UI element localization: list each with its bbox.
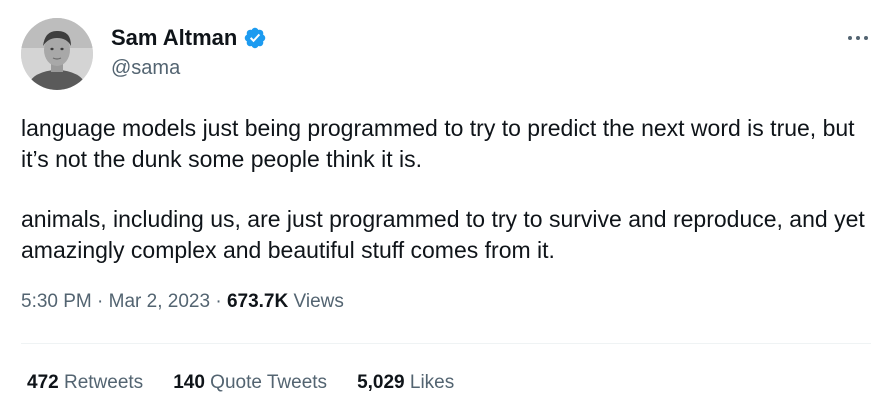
engagement-stats: 472 Retweets 140 Quote Tweets 5,029 Like… xyxy=(27,370,454,396)
meta-separator: · xyxy=(215,291,222,312)
quote-tweets-label: Quote Tweets xyxy=(210,372,328,393)
more-dots-glyph xyxy=(848,36,868,40)
likes-label: Likes xyxy=(409,372,455,393)
tweet-date[interactable]: Mar 2, 2023 xyxy=(109,291,210,312)
views-label: Views xyxy=(293,291,344,312)
author-handle[interactable]: @sama xyxy=(111,55,180,81)
tweet-paragraph: animals, including us, are just programm… xyxy=(21,206,865,263)
retweets-count: 472 xyxy=(27,372,59,393)
author-name-row: Sam Altman xyxy=(111,24,267,52)
verified-badge-icon xyxy=(245,27,266,49)
tweet-card: Sam Altman @sama language models just be… xyxy=(0,0,892,403)
avatar[interactable] xyxy=(21,18,93,90)
likes-stat[interactable]: 5,029 Likes xyxy=(357,370,454,396)
retweets-stat[interactable]: 472 Retweets xyxy=(27,370,143,396)
tweet-time[interactable]: 5:30 PM xyxy=(21,291,92,312)
views-count: 673.7K xyxy=(226,291,289,312)
avatar-photo xyxy=(21,18,93,90)
quote-tweets-stat[interactable]: 140 Quote Tweets xyxy=(173,370,327,396)
tweet-text: language models just being programmed to… xyxy=(21,113,881,265)
retweets-label: Retweets xyxy=(63,372,144,393)
likes-count: 5,029 xyxy=(357,372,405,393)
more-horizontal-icon[interactable] xyxy=(844,28,872,48)
tweet-meta: 5:30 PM · Mar 2, 2023 · 673.7K Views xyxy=(21,289,344,315)
divider xyxy=(21,343,871,344)
quote-tweets-count: 140 xyxy=(173,372,205,393)
tweet-paragraph: language models just being programmed to… xyxy=(21,115,855,172)
author-display-name[interactable]: Sam Altman xyxy=(111,24,237,52)
meta-separator: · xyxy=(97,291,104,312)
